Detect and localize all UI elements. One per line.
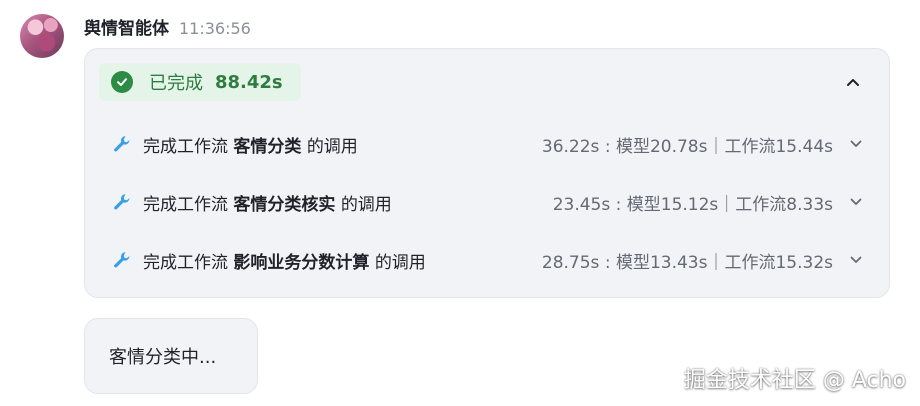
step-suffix: 的调用: [374, 252, 426, 273]
step-title: 完成工作流 影响业务分数计算 的调用: [143, 248, 426, 273]
chat-page: 舆情智能体 11:36:56 已完成 88.42s 完成工作流 客情分类 的调用…: [0, 0, 920, 406]
message-bubble: 客情分类中...: [84, 318, 258, 394]
chevron-down-icon[interactable]: [847, 193, 865, 211]
workflow-step[interactable]: 完成工作流 客情分类核实 的调用 23.45s : 模型15.12s｜工作流8.…: [111, 187, 865, 217]
step-suffix: 的调用: [340, 194, 392, 215]
step-suffix: 的调用: [306, 136, 358, 157]
step-metrics: 36.22s : 模型20.78s｜工作流15.44s: [541, 136, 833, 157]
collapse-button[interactable]: [843, 71, 863, 91]
sender-name: 舆情智能体: [84, 19, 169, 39]
chevron-down-icon[interactable]: [847, 251, 865, 269]
wrench-icon: [111, 191, 133, 213]
wrench-icon: [111, 249, 133, 271]
workflow-step[interactable]: 完成工作流 影响业务分数计算 的调用 28.75s : 模型13.43s｜工作流…: [111, 245, 865, 275]
chevron-down-icon[interactable]: [847, 135, 865, 153]
bubble-text: 客情分类中...: [109, 347, 217, 368]
workflow-card: 已完成 88.42s 完成工作流 客情分类 的调用 36.22s : 模型20.…: [84, 48, 890, 298]
avatar[interactable]: [20, 14, 64, 58]
step-prefix: 完成工作流: [143, 194, 228, 215]
workflow-step[interactable]: 完成工作流 客情分类 的调用 36.22s : 模型20.78s｜工作流15.4…: [111, 129, 865, 159]
step-metrics: 28.75s : 模型13.43s｜工作流15.32s: [541, 252, 833, 273]
wrench-icon: [111, 133, 133, 155]
step-prefix: 完成工作流: [143, 136, 228, 157]
step-metrics: 23.45s : 模型15.12s｜工作流8.33s: [552, 194, 833, 215]
step-workflow-name: 客情分类: [233, 136, 302, 157]
status-duration: 88.42s: [215, 71, 283, 93]
step-workflow-name: 客情分类核实: [233, 194, 336, 215]
step-title: 完成工作流 客情分类 的调用: [143, 132, 358, 157]
step-title: 完成工作流 客情分类核实 的调用: [143, 190, 392, 215]
message-time: 11:36:56: [179, 19, 251, 38]
chevron-up-icon: [846, 72, 860, 91]
check-circle-icon: [111, 71, 133, 93]
status-badge: 已完成 88.42s: [99, 63, 301, 101]
step-prefix: 完成工作流: [143, 252, 228, 273]
step-workflow-name: 影响业务分数计算: [233, 252, 370, 273]
status-label: 已完成: [149, 73, 203, 94]
watermark: 掘金技术社区 @ Acho: [683, 368, 906, 393]
message-header: 舆情智能体 11:36:56: [84, 14, 251, 39]
